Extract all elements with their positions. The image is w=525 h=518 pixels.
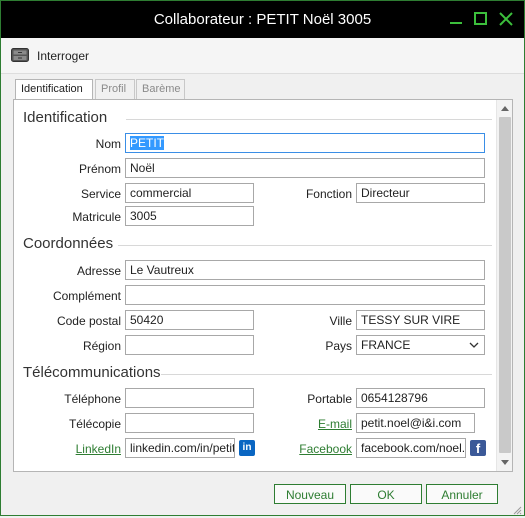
resize-grip-icon[interactable]: [512, 504, 522, 515]
toolbar: Interroger: [1, 38, 524, 74]
code-postal-label: Code postal: [56, 314, 121, 328]
matricule-field[interactable]: 3005: [125, 206, 254, 226]
facebook-field[interactable]: facebook.com/noel.p: [356, 438, 466, 458]
pays-label: Pays: [325, 339, 352, 353]
close-icon[interactable]: [496, 9, 516, 29]
section-divider: [118, 245, 492, 246]
region-field[interactable]: [125, 335, 254, 355]
email-link[interactable]: E-mail: [264, 417, 352, 431]
tab-bareme[interactable]: Barème: [136, 79, 185, 99]
annuler-button[interactable]: Annuler: [426, 484, 498, 504]
section-coordonnees-title: Coordonnées: [23, 235, 114, 252]
tab-identification[interactable]: Identification: [15, 79, 93, 100]
adresse-label: Adresse: [76, 264, 121, 278]
service-label: Service: [80, 187, 121, 201]
ok-button[interactable]: OK: [350, 484, 422, 504]
nom-field[interactable]: PETIT: [125, 133, 485, 153]
tab-profil[interactable]: Profil: [95, 79, 135, 99]
service-field[interactable]: commercial: [125, 183, 254, 203]
matricule-label: Matricule: [72, 210, 121, 224]
section-divider: [161, 374, 492, 375]
telephone-field[interactable]: [125, 388, 254, 408]
prenom-field[interactable]: Noël: [125, 158, 485, 178]
adresse-field[interactable]: Le Vautreux: [125, 260, 485, 280]
scroll-down-icon[interactable]: [501, 460, 509, 465]
telecopie-label: Télécopie: [68, 417, 121, 431]
fonction-label: Fonction: [305, 187, 352, 201]
chevron-down-icon: [469, 338, 479, 354]
complement-label: Complément: [52, 289, 121, 303]
interroger-label: Interroger: [37, 49, 90, 63]
section-identification-title: Identification: [23, 109, 108, 126]
ville-field[interactable]: TESSY SUR VIRE: [356, 310, 485, 330]
identification-panel: Identification Nom PETIT Prénom Noël Ser…: [13, 99, 513, 472]
scroll-thumb[interactable]: [499, 117, 511, 453]
portable-label: Portable: [307, 392, 352, 406]
linkedin-link[interactable]: LinkedIn: [14, 442, 121, 456]
portable-field[interactable]: 0654128796: [356, 388, 485, 408]
facebook-icon[interactable]: f: [470, 440, 486, 456]
linkedin-icon[interactable]: in: [239, 440, 255, 456]
pays-select[interactable]: FRANCE: [356, 335, 485, 355]
linkedin-field[interactable]: linkedin.com/in/petit: [125, 438, 235, 458]
telecopie-field[interactable]: [125, 413, 254, 433]
nom-value: PETIT: [130, 136, 165, 150]
nom-label: Nom: [95, 137, 121, 151]
telephone-label: Téléphone: [64, 392, 121, 406]
cabinet-icon: [11, 47, 29, 66]
button-bar: Nouveau OK Annuler: [1, 476, 524, 516]
minimize-icon[interactable]: [446, 9, 466, 29]
facebook-link[interactable]: Facebook: [264, 442, 352, 456]
dialog-window: Collaborateur : PETIT Noël 3005 Interrog…: [0, 0, 525, 516]
fonction-field[interactable]: Directeur: [356, 183, 485, 203]
region-label: Région: [82, 339, 121, 353]
complement-field[interactable]: [125, 285, 485, 305]
interroger-button[interactable]: Interroger: [11, 45, 89, 67]
nouveau-button[interactable]: Nouveau: [274, 484, 346, 504]
scroll-up-icon[interactable]: [501, 106, 509, 111]
section-divider: [126, 119, 492, 120]
vertical-scrollbar[interactable]: [496, 100, 512, 471]
code-postal-field[interactable]: 50420: [125, 310, 254, 330]
pays-value: FRANCE: [361, 338, 411, 352]
title-bar[interactable]: Collaborateur : PETIT Noël 3005: [1, 1, 524, 38]
ville-label: Ville: [329, 314, 352, 328]
section-telecom-title: Télécommunications: [23, 364, 161, 381]
maximize-icon[interactable]: [471, 9, 491, 29]
email-field[interactable]: petit.noel@i&i.com: [356, 413, 475, 433]
prenom-label: Prénom: [78, 162, 121, 176]
